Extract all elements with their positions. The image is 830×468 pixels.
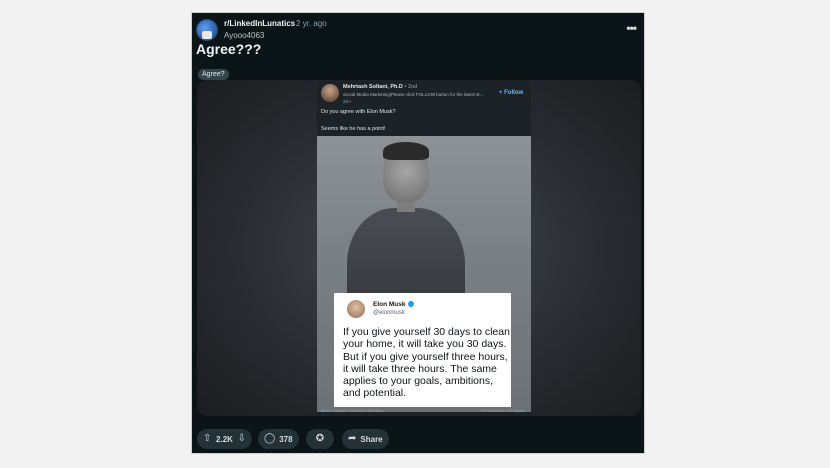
linkedin-post-screenshot: Mehrtash Soltani, Ph.D • 2nd Social Medi…	[317, 80, 531, 416]
award-button[interactable]: ✪	[306, 429, 334, 449]
share-icon: ➦	[348, 433, 357, 444]
subreddit-avatar[interactable]	[196, 19, 218, 41]
verified-icon	[407, 301, 414, 308]
upvote-icon[interactable]: ⇧	[203, 434, 211, 444]
vote-control: ⇧ 2.2K ⇩	[197, 429, 252, 449]
linkedin-follow: + Follow	[499, 90, 524, 96]
post-age: • 2 yr. ago	[291, 19, 327, 28]
comment-icon: ◯	[264, 433, 276, 444]
author-name[interactable]: Ayooo4063	[224, 31, 264, 40]
portrait-photo: Elon Musk @elonmusk If you give yourself…	[317, 136, 531, 412]
linkedin-counts: 478 comments • 152 reposts	[480, 409, 525, 413]
subreddit-name[interactable]: r/LinkedInLunatics	[224, 19, 295, 28]
tweet-avatar	[347, 300, 365, 318]
tweet-author: Elon Musk	[373, 301, 414, 308]
comment-count: 378	[279, 434, 293, 444]
linkedin-avatar	[321, 84, 339, 102]
linkedin-meta: 2d •	[343, 99, 351, 104]
share-button[interactable]: ➦ Share	[342, 429, 389, 449]
linkedin-author-name: Mehrtash Soltani, Ph.D	[343, 84, 403, 90]
post-actions: ⇧ 2.2K ⇩ ◯ 378 ✪ ➦ Share	[197, 429, 641, 449]
comments-button[interactable]: ◯ 378	[258, 429, 299, 449]
post-image[interactable]: Mehrtash Soltani, Ph.D • 2nd Social Medi…	[197, 80, 641, 416]
post-flair[interactable]: Agree?	[198, 69, 229, 80]
tweet-card: Elon Musk @elonmusk If you give yourself…	[334, 293, 511, 407]
share-label: Share	[360, 434, 383, 444]
linkedin-author: Mehrtash Soltani, Ph.D • 2nd	[343, 84, 417, 90]
linkedin-reactions: Ashok Tharani ID, Paul and 4,269 others	[321, 409, 385, 413]
post-header: r/LinkedInLunatics • 2 yr. ago Ayooo4063…	[196, 17, 640, 45]
linkedin-headline: Social Media Marketing|Please click FOLL…	[343, 92, 484, 97]
linkedin-header: Mehrtash Soltani, Ph.D • 2nd Social Medi…	[317, 80, 531, 136]
linkedin-degree: • 2nd	[404, 84, 418, 90]
linkedin-text-1: Do you agree with Elon Musk?	[321, 109, 396, 115]
tweet-body: If you give yourself 30 days to clean yo…	[343, 326, 510, 400]
downvote-icon[interactable]: ⇩	[238, 434, 246, 444]
tweet-author-name: Elon Musk	[373, 301, 406, 308]
award-icon: ✪	[315, 433, 325, 444]
reddit-post: r/LinkedInLunatics • 2 yr. ago Ayooo4063…	[191, 12, 645, 454]
more-options-icon[interactable]: •••	[626, 21, 637, 35]
vote-count: 2.2K	[216, 434, 233, 444]
post-title[interactable]: Agree???	[196, 41, 261, 57]
portrait-hair	[383, 142, 429, 160]
linkedin-text-2: Seems like he has a point!	[321, 126, 386, 132]
tweet-handle: @elonmusk	[373, 310, 405, 316]
